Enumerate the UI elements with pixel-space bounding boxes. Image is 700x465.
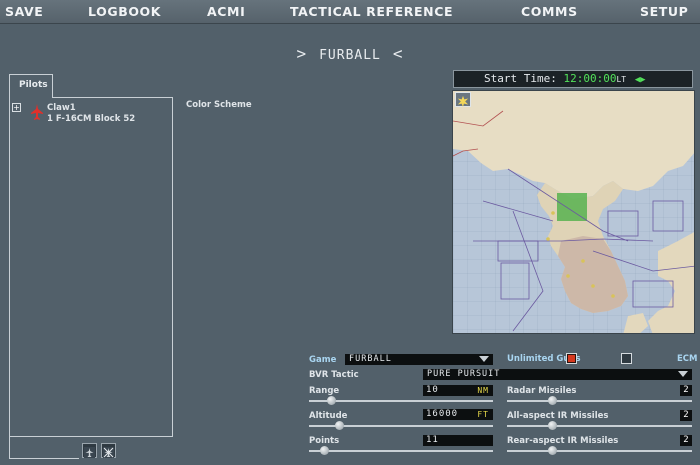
radar-missiles-slider-track[interactable] bbox=[507, 400, 692, 402]
chevron-down-icon bbox=[479, 356, 489, 362]
ecm-checkbox[interactable] bbox=[621, 353, 632, 364]
all-aspect-ir-label: All-aspect IR Missiles bbox=[507, 411, 609, 421]
bvr-tactic-select[interactable]: Pure Pursuit bbox=[423, 369, 692, 380]
game-value: Furball bbox=[349, 354, 392, 364]
menu-save[interactable]: SAVE bbox=[5, 4, 43, 19]
add-flight-button[interactable] bbox=[82, 443, 97, 458]
altitude-unit: FT bbox=[477, 410, 489, 419]
altitude-field[interactable]: 16000 FT bbox=[423, 409, 493, 420]
range-slider-track[interactable] bbox=[309, 400, 493, 402]
pilot-aircraft: 1 F-16CM Block 52 bbox=[47, 114, 136, 124]
radar-missiles-slider-handle[interactable] bbox=[548, 396, 557, 405]
theater-map[interactable] bbox=[452, 90, 695, 334]
points-slider-handle[interactable] bbox=[320, 446, 329, 455]
altitude-slider-handle[interactable] bbox=[335, 421, 344, 430]
delete-flight-button[interactable] bbox=[101, 443, 116, 458]
menu-setup[interactable]: SETUP bbox=[640, 4, 688, 19]
mode-name: FURBALL bbox=[319, 48, 381, 63]
start-time-value[interactable]: 12:00:00 bbox=[563, 72, 616, 85]
altitude-label: Altitude bbox=[309, 411, 348, 421]
chevron-down-icon bbox=[678, 371, 688, 377]
expand-toggle[interactable]: + bbox=[12, 103, 21, 112]
explosion-icon bbox=[457, 95, 469, 108]
points-value: 11 bbox=[426, 435, 439, 445]
rear-aspect-ir-slider-handle[interactable] bbox=[548, 446, 557, 455]
range-slider-handle[interactable] bbox=[327, 396, 336, 405]
start-time-bar: Start Time: 12:00:00LT ◀▶ bbox=[453, 70, 693, 88]
flight-icon bbox=[84, 447, 95, 458]
mode-title: > FURBALL < bbox=[0, 44, 700, 63]
time-adjust-arrows-icon[interactable]: ◀▶ bbox=[635, 75, 646, 85]
unlimited-guns-checkbox[interactable] bbox=[566, 353, 577, 364]
points-field[interactable]: 11 bbox=[423, 435, 493, 446]
rear-aspect-ir-count: 2 bbox=[680, 435, 692, 446]
pilot-callsign[interactable]: Claw1 bbox=[47, 103, 76, 113]
time-zone-suffix: LT bbox=[616, 75, 627, 84]
jet-icon bbox=[30, 104, 44, 120]
mode-right-arrow: < bbox=[392, 44, 404, 63]
range-field[interactable]: 10 NM bbox=[423, 385, 493, 396]
menu-comms[interactable]: COMMS bbox=[521, 4, 578, 19]
mode-left-arrow: > bbox=[296, 44, 308, 63]
bvr-tactic-value: Pure Pursuit bbox=[427, 369, 501, 379]
map-zoom-button[interactable] bbox=[455, 92, 471, 108]
points-label: Points bbox=[309, 436, 340, 446]
tab-pilots[interactable]: Pilots bbox=[9, 74, 53, 98]
start-time-label: Start Time: bbox=[484, 72, 557, 85]
points-slider-track[interactable] bbox=[309, 450, 493, 452]
radar-missiles-count: 2 bbox=[680, 385, 692, 396]
rear-aspect-ir-label: Rear-aspect IR Missiles bbox=[507, 436, 619, 446]
menu-acmi[interactable]: ACMI bbox=[207, 4, 245, 19]
range-unit: NM bbox=[477, 386, 489, 395]
top-menu-bar: SAVE LOGBOOK ACMI TACTICAL REFERENCE COM… bbox=[0, 0, 700, 24]
pilots-panel-notch bbox=[9, 437, 79, 459]
menu-logbook[interactable]: LOGBOOK bbox=[88, 4, 161, 19]
range-label: Range bbox=[309, 386, 340, 396]
bvr-tactic-label: BVR Tactic bbox=[309, 370, 359, 380]
pilots-panel bbox=[9, 97, 173, 437]
rear-aspect-ir-slider-track[interactable] bbox=[507, 450, 692, 452]
all-aspect-ir-count: 2 bbox=[680, 410, 692, 421]
altitude-value: 16000 bbox=[426, 409, 459, 419]
all-aspect-ir-slider-handle[interactable] bbox=[548, 421, 557, 430]
game-label: Game bbox=[309, 355, 337, 365]
all-aspect-ir-slider-track[interactable] bbox=[507, 425, 692, 427]
radar-missiles-label: Radar Missiles bbox=[507, 386, 577, 396]
game-select[interactable]: Furball bbox=[345, 354, 493, 365]
menu-tactical-reference[interactable]: TACTICAL REFERENCE bbox=[290, 4, 453, 19]
flight-delete-icon bbox=[103, 447, 114, 458]
ecm-label: ECM bbox=[677, 354, 698, 364]
range-value: 10 bbox=[426, 385, 439, 395]
color-scheme-label: Color Scheme bbox=[186, 100, 252, 110]
